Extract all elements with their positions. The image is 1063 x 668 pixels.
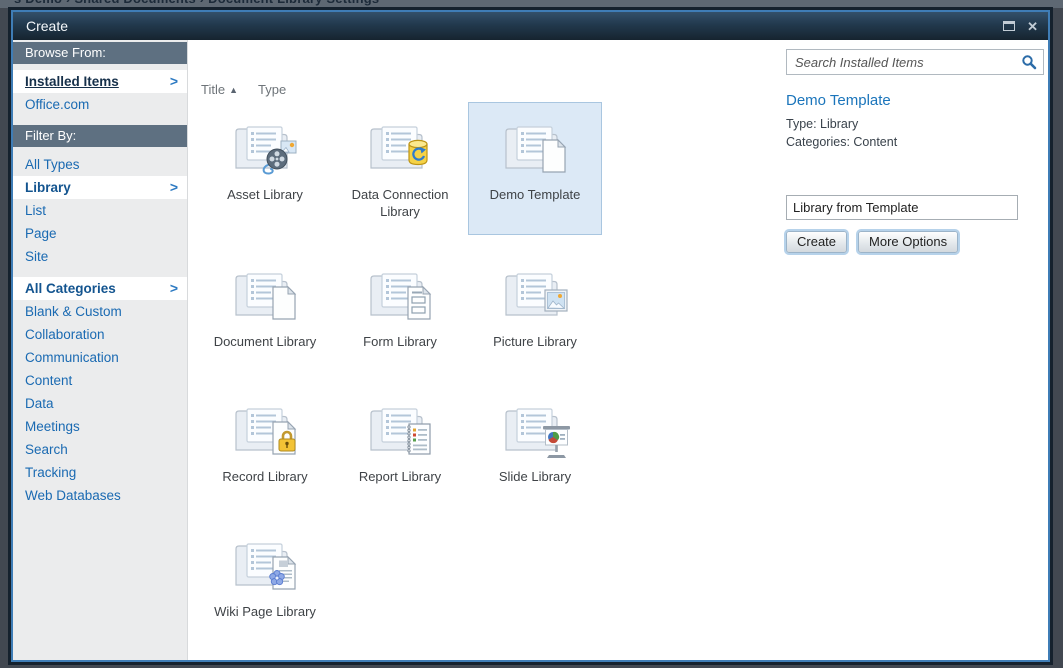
demo-template-icon <box>499 116 571 178</box>
sort-by-type[interactable]: Type <box>258 82 286 97</box>
sort-bar: Title▲ Type <box>201 82 286 97</box>
template-tile-report-library[interactable]: Report Library <box>333 384 467 517</box>
dialog-title: Create <box>26 18 1003 34</box>
template-tile-data-connection-library[interactable]: Data Connection Library <box>333 102 467 235</box>
chevron-right-icon: > <box>170 277 178 300</box>
sidebar-item-content[interactable]: Content <box>13 369 187 392</box>
search-input[interactable] <box>786 49 1044 75</box>
tile-label: Wiki Page Library <box>212 604 318 621</box>
details-panel: Demo Template Type: Library Categories: … <box>786 49 1044 279</box>
sidebar-item-site[interactable]: Site <box>13 245 187 268</box>
tile-label: Asset Library <box>225 187 305 204</box>
sidebar-item-data[interactable]: Data <box>13 392 187 415</box>
data-connection-library-icon <box>364 116 436 178</box>
more-options-button[interactable]: More Options <box>858 231 958 253</box>
template-tile-demo-template[interactable]: Demo Template <box>468 102 602 235</box>
filter-by-header: Filter By: <box>13 125 187 147</box>
search-icon[interactable] <box>1021 54 1037 70</box>
slide-library-icon <box>499 398 571 460</box>
sort-ascending-icon: ▲ <box>229 85 238 95</box>
sidebar-item-communication[interactable]: Communication <box>13 346 187 369</box>
sidebar-item-office-com[interactable]: Office.com <box>13 93 187 116</box>
chevron-right-icon: > <box>170 176 178 199</box>
tile-label: Record Library <box>220 469 309 486</box>
template-tile-form-library[interactable]: Form Library <box>333 249 467 382</box>
picture-library-icon <box>499 263 571 325</box>
form-library-icon <box>364 263 436 325</box>
new-item-name-input[interactable] <box>786 195 1018 220</box>
sidebar-item-installed-items[interactable]: Installed Items > <box>13 70 187 93</box>
template-tile-grid: Asset Library Data Connection Library De… <box>198 102 603 654</box>
breadcrumb: s Demo › Shared Documents › Document Lib… <box>14 0 379 6</box>
template-gallery: Title▲ Type Asset Library Data Connectio… <box>188 40 1048 660</box>
selected-template-title[interactable]: Demo Template <box>786 92 891 109</box>
tile-label: Data Connection Library <box>334 187 466 221</box>
dimmed-background-page: s Demo › Shared Documents › Document Lib… <box>0 0 1063 8</box>
sidebar-item-all-categories[interactable]: All Categories > <box>13 277 187 300</box>
selected-template-categories: Categories: Content <box>786 133 897 151</box>
sidebar-item-web-databases[interactable]: Web Databases <box>13 484 187 507</box>
maximize-icon[interactable] <box>1003 21 1015 31</box>
dialog-titlebar: Create ✕ <box>13 12 1048 40</box>
template-tile-record-library[interactable]: Record Library <box>198 384 332 517</box>
window-controls: ✕ <box>1003 20 1038 33</box>
wiki-page-library-icon <box>229 533 301 595</box>
tile-label: Demo Template <box>488 187 583 204</box>
tile-label: Picture Library <box>491 334 579 351</box>
sidebar-item-page[interactable]: Page <box>13 222 187 245</box>
tile-label: Form Library <box>361 334 439 351</box>
sidebar-item-tracking[interactable]: Tracking <box>13 461 187 484</box>
sidebar-item-blank-custom[interactable]: Blank & Custom <box>13 300 187 323</box>
selected-template-meta: Type: Library Categories: Content <box>786 115 897 151</box>
tile-label: Slide Library <box>497 469 573 486</box>
create-dialog: Create ✕ Browse From: Installed Items > … <box>11 10 1050 662</box>
selected-template-type: Type: Library <box>786 115 897 133</box>
create-button[interactable]: Create <box>786 231 847 253</box>
sidebar: Browse From: Installed Items > Office.co… <box>13 40 188 660</box>
tile-label: Document Library <box>212 334 319 351</box>
sidebar-item-meetings[interactable]: Meetings <box>13 415 187 438</box>
sidebar-item-library[interactable]: Library > <box>13 176 187 199</box>
template-tile-asset-library[interactable]: Asset Library <box>198 102 332 235</box>
sort-by-title[interactable]: Title▲ <box>201 82 238 97</box>
tile-label: Report Library <box>357 469 443 486</box>
document-library-icon <box>229 263 301 325</box>
template-tile-slide-library[interactable]: Slide Library <box>468 384 602 517</box>
report-library-icon <box>364 398 436 460</box>
asset-library-icon <box>229 116 301 178</box>
template-tile-document-library[interactable]: Document Library <box>198 249 332 382</box>
chevron-right-icon: > <box>170 70 178 93</box>
browse-from-header: Browse From: <box>13 42 187 64</box>
close-icon[interactable]: ✕ <box>1027 20 1038 33</box>
search-box <box>786 49 1044 75</box>
action-buttons: Create More Options <box>786 231 958 253</box>
sidebar-item-collaboration[interactable]: Collaboration <box>13 323 187 346</box>
sidebar-item-all-types[interactable]: All Types <box>13 153 187 176</box>
sidebar-item-list[interactable]: List <box>13 199 187 222</box>
template-tile-picture-library[interactable]: Picture Library <box>468 249 602 382</box>
template-tile-wiki-page-library[interactable]: Wiki Page Library <box>198 519 332 652</box>
record-library-icon <box>229 398 301 460</box>
sidebar-item-search[interactable]: Search <box>13 438 187 461</box>
sidebar-divider <box>13 268 187 277</box>
